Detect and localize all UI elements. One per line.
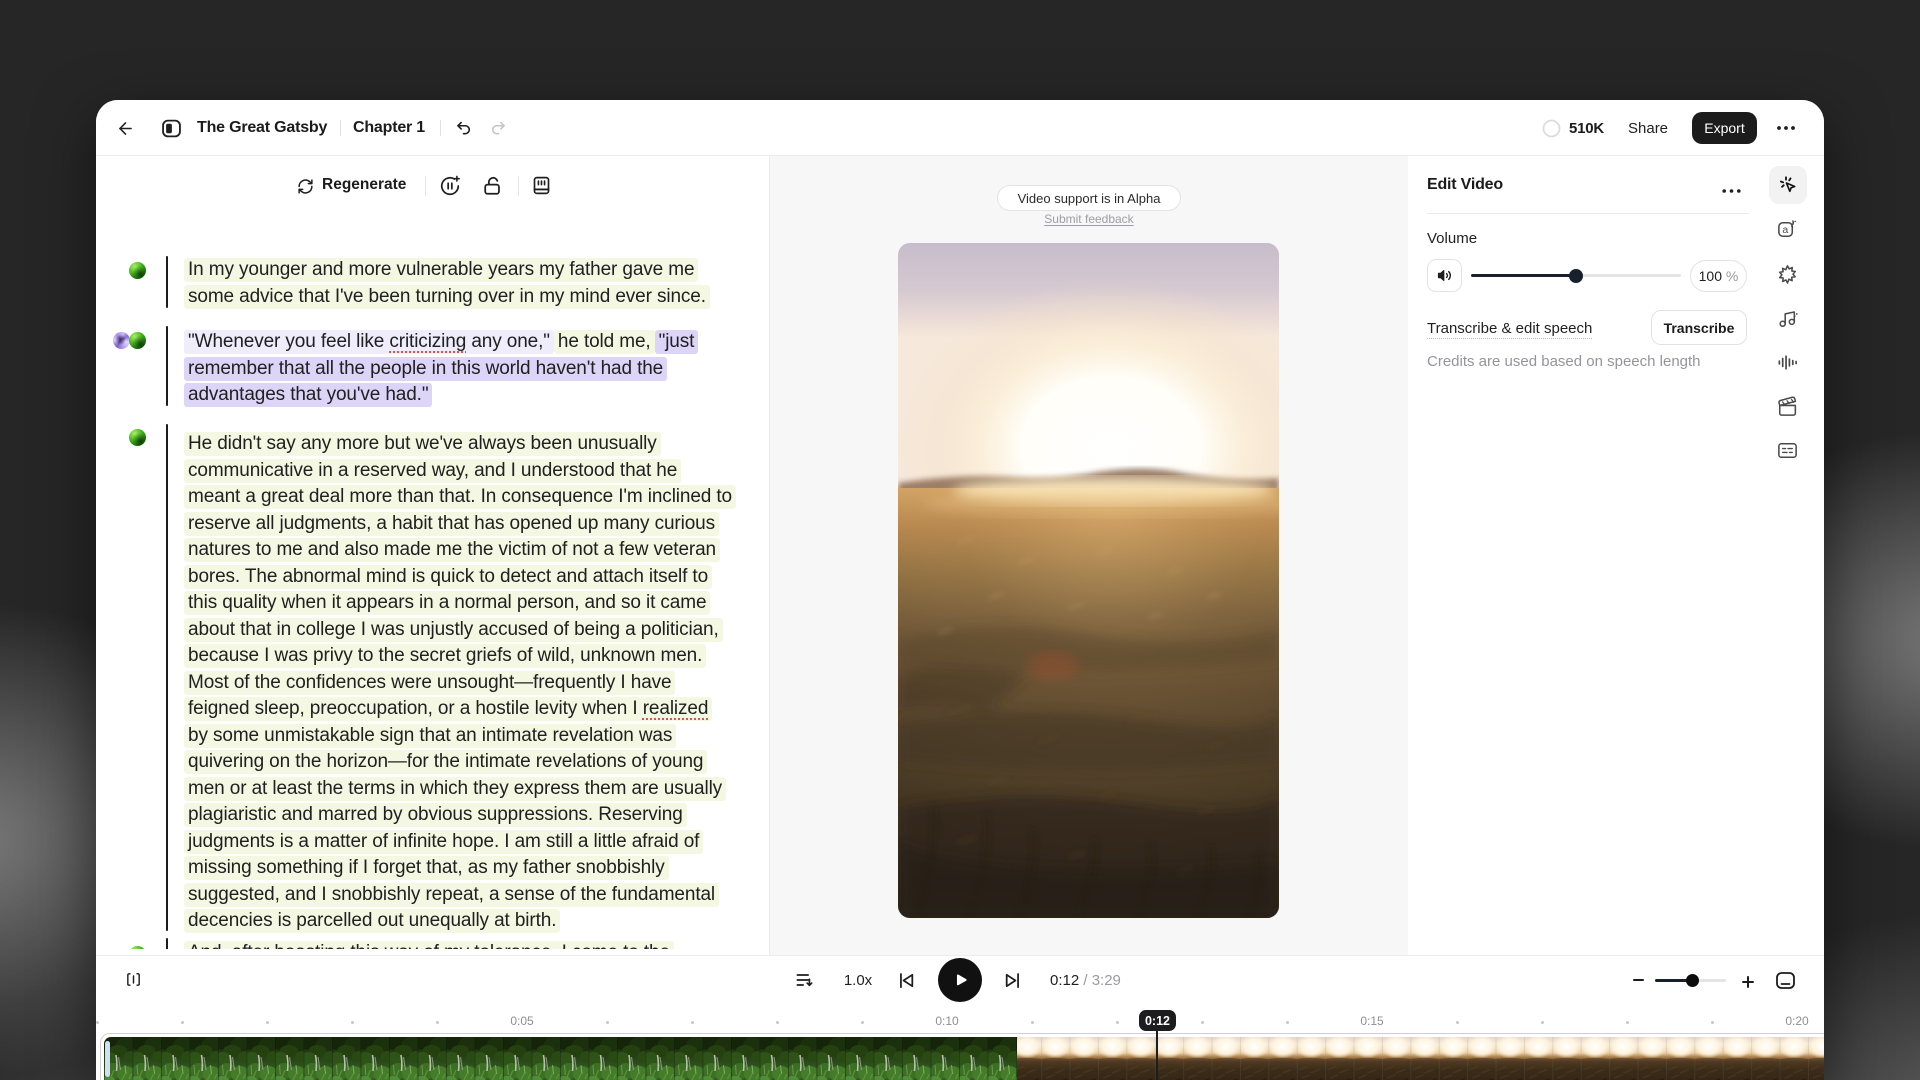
svg-text:a: a bbox=[1782, 224, 1788, 236]
